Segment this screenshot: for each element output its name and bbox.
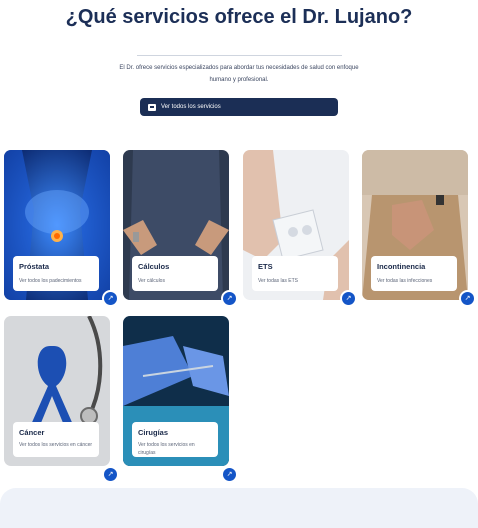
arrow-up-right-icon[interactable]: ↗ [340,290,357,307]
card-title: Cáncer [19,428,45,437]
title-divider [137,55,342,56]
service-card-prostata[interactable]: Próstata Ver todos los padecimientos [4,150,110,300]
card-text-panel: Cirugías Ver todos los servicios en ciru… [132,422,218,457]
card-link[interactable]: Ver todas las infecciones [377,277,451,285]
card-title: Incontinencia [377,262,426,271]
card-link[interactable]: Ver todas las ETS [258,277,332,285]
view-all-services-button[interactable]: Ver todos los servicios [140,98,338,116]
service-card-cirugias[interactable]: Cirugías Ver todos los servicios en ciru… [123,316,229,466]
arrow-up-right-icon[interactable]: ↗ [221,466,238,483]
card-link[interactable]: Ver todos los servicios en cirugías [138,441,212,457]
arrow-up-right-icon[interactable]: ↗ [102,290,119,307]
card-link[interactable]: Ver todos los servicios en cáncer [19,441,93,449]
arrow-up-right-icon[interactable]: ↗ [102,466,119,483]
card-link[interactable]: Ver todos los padecimientos [19,277,93,285]
next-section-panel [0,488,478,528]
service-card-cancer[interactable]: Cáncer Ver todos los servicios en cáncer [4,316,110,466]
card-text-panel: Próstata Ver todos los padecimientos [13,256,99,291]
card-title: Próstata [19,262,50,271]
arrow-up-right-icon[interactable]: ↗ [459,290,476,307]
service-card-incontinencia[interactable]: Incontinencia Ver todas las infecciones [362,150,468,300]
card-title: ETS [258,262,273,271]
section-title: ¿Qué servicios ofrece el Dr. Lujano? [65,6,413,28]
view-all-services-label: Ver todos los servicios [161,104,221,110]
service-card-ets[interactable]: ETS Ver todas las ETS [243,150,349,300]
card-text-panel: Cáncer Ver todos los servicios en cáncer [13,422,99,457]
card-text-panel: Incontinencia Ver todas las infecciones [371,256,457,291]
arrow-up-right-icon[interactable]: ↗ [221,290,238,307]
card-title: Cirugías [138,428,169,437]
card-link[interactable]: Ver cálculos [138,277,212,285]
service-card-calculos[interactable]: Cálculos Ver cálculos [123,150,229,300]
card-text-panel: ETS Ver todas las ETS [252,256,338,291]
card-text-panel: Cálculos Ver cálculos [132,256,218,291]
section-intro: El Dr. ofrece servicios especializados p… [119,65,359,83]
services-icon [148,103,156,111]
card-title: Cálculos [138,262,170,271]
